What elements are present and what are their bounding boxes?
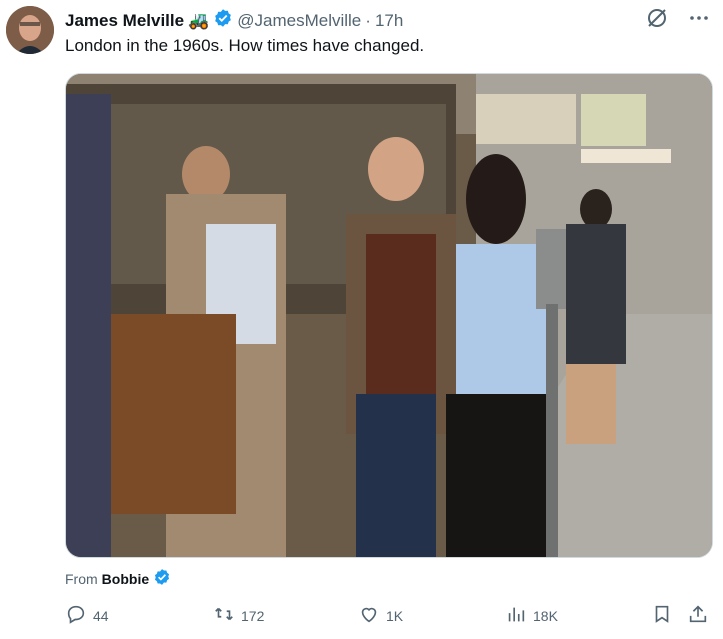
attribution: From Bobbie	[65, 568, 171, 589]
reply-icon	[65, 603, 87, 628]
separator-dot: ·	[365, 10, 371, 30]
author-name[interactable]: James Melville	[65, 11, 184, 31]
like-button[interactable]: 1K	[358, 603, 403, 628]
verified-badge-icon	[213, 8, 233, 33]
bookmark-button[interactable]	[651, 603, 673, 628]
top-actions	[645, 6, 711, 35]
views-button[interactable]: 18K	[505, 603, 558, 628]
tweet-text: London in the 1960s. How times have chan…	[65, 36, 425, 55]
repost-icon	[213, 603, 235, 628]
tweet-header: James Melville 🚜 @JamesMelville · 17h	[65, 8, 403, 33]
more-options-icon[interactable]	[687, 6, 711, 35]
grok-icon[interactable]	[645, 6, 669, 35]
action-bar: 44 172 1K 18K	[65, 603, 711, 629]
reply-count: 44	[93, 607, 109, 624]
author-avatar[interactable]	[6, 6, 54, 54]
like-count: 1K	[386, 607, 404, 624]
repost-count: 172	[241, 607, 265, 624]
from-label: From	[65, 570, 98, 587]
share-icon	[687, 603, 709, 628]
share-button[interactable]	[687, 603, 709, 628]
reply-button[interactable]: 44	[65, 603, 109, 628]
tweet-time[interactable]: 17h	[375, 11, 403, 31]
author-handle[interactable]: @JamesMelville	[237, 11, 361, 31]
from-account-name[interactable]: Bobbie	[102, 571, 149, 587]
tweet-media-video[interactable]	[65, 73, 713, 558]
repost-button[interactable]: 172	[213, 603, 264, 628]
views-icon	[505, 603, 527, 628]
bookmark-icon	[651, 603, 673, 628]
tractor-emoji: 🚜	[188, 10, 210, 30]
views-count: 18K	[533, 607, 558, 624]
verified-badge-icon	[153, 568, 171, 589]
heart-icon	[358, 603, 380, 628]
